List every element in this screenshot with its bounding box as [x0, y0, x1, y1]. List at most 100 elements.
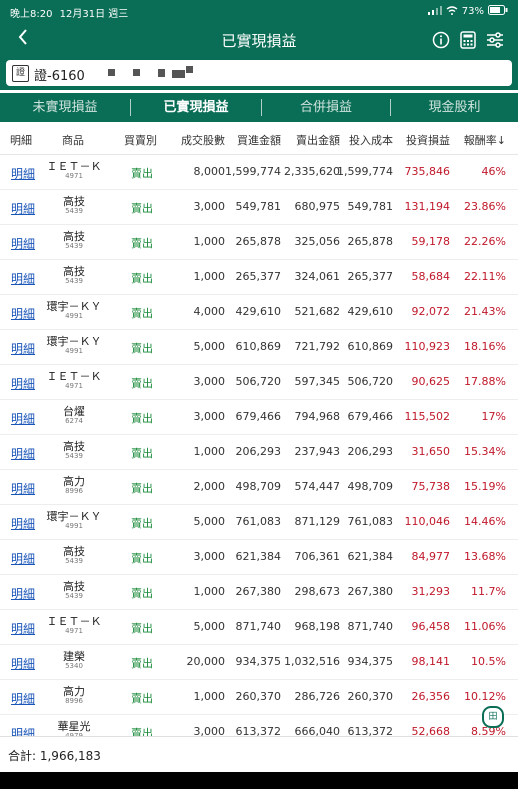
detail-link[interactable]: 明細: [11, 165, 35, 182]
col-header-shares[interactable]: 成交股數: [181, 132, 225, 148]
cell-cost: 679,466: [347, 410, 394, 423]
cell-buy-amount: 871,740: [235, 620, 282, 633]
cell-sell-amount: 2,335,620: [284, 165, 340, 178]
status-time: 晚上8:20: [10, 9, 53, 20]
cell-side: 賣出: [131, 587, 153, 600]
col-header-cost[interactable]: 投入成本: [349, 132, 393, 148]
detail-link[interactable]: 明細: [11, 620, 35, 637]
redaction-mark: [172, 70, 185, 78]
col-header-sell-amount[interactable]: 賣出金額: [296, 132, 340, 148]
cell-pnl: 96,458: [411, 620, 451, 633]
cell-product-code: 5439: [65, 452, 83, 460]
cell-buy-amount: 934,375: [235, 655, 282, 668]
table-header: 明細 商品 買賣別 成交股數 買進金額 賣出金額 投入成本 投資損益 報酬率↓: [0, 122, 518, 155]
cell-side: 賣出: [131, 657, 153, 670]
calculator-button[interactable]: [460, 31, 476, 53]
cell-pnl: 31,650: [411, 445, 451, 458]
detail-link[interactable]: 明細: [11, 235, 35, 252]
col-header-detail: 明細: [10, 134, 32, 147]
cell-product-code: 4971: [65, 172, 83, 180]
cell-pnl: 90,625: [411, 375, 451, 388]
detail-link[interactable]: 明細: [11, 515, 35, 532]
filter-settings-button[interactable]: [486, 31, 504, 53]
table-row: 明細 高技 5439 賣出 3,000 621,384 706,361 621,384 84,9…: [0, 539, 518, 575]
cell-return-rate: 14.46%: [464, 515, 506, 528]
nav-bar: 已實現損益: [0, 22, 518, 58]
cell-cost: 1,599,774: [337, 165, 393, 178]
tab-unrealized[interactable]: 未實現損益: [0, 93, 130, 122]
cell-side: 賣出: [131, 447, 153, 460]
table-row: 明細 ＩＥＴ－Ｋ 4971 賣出 5,000 871,740 968,198 871,740 9…: [0, 609, 518, 645]
cell-side: 賣出: [131, 272, 153, 285]
cell-return-rate: 13.68%: [464, 550, 506, 563]
status-time-date: 晚上8:20 12月31日 週三: [10, 5, 128, 20]
table-row: 明細 高技 5439 賣出 3,000 549,781 680,975 549,781 131,…: [0, 189, 518, 225]
col-header-return-rate[interactable]: 報酬率↓: [464, 132, 506, 148]
cell-buy-amount: 1,599,774: [225, 165, 281, 178]
cell-product-code: 5439: [65, 242, 83, 250]
battery-icon: [488, 5, 508, 18]
cell-side: 賣出: [131, 692, 153, 705]
cell-buy-amount: 265,878: [235, 235, 282, 248]
cell-buy-amount: 267,380: [235, 585, 282, 598]
cell-cost: 429,610: [347, 305, 394, 318]
cell-buy-amount: 498,709: [235, 480, 282, 493]
detail-link[interactable]: 明細: [11, 480, 35, 497]
col-header-side[interactable]: 買賣別: [124, 132, 157, 148]
detail-link[interactable]: 明細: [11, 655, 35, 672]
cell-product-code: 5340: [65, 662, 83, 670]
cell-side: 賣出: [131, 552, 153, 565]
cell-product-code: 4971: [65, 627, 83, 635]
detail-link[interactable]: 明細: [11, 200, 35, 217]
cell-product-code: 5439: [65, 207, 83, 215]
table-row: 明細 高技 5439 賣出 1,000 265,878 325,056 265,878 59,1…: [0, 224, 518, 260]
cell-shares: 1,000: [193, 585, 226, 598]
table-row: 明細 高技 5439 賣出 1,000 206,293 237,943 206,293 31,6…: [0, 434, 518, 470]
account-type-tag: 證: [12, 65, 29, 82]
cell-cost: 871,740: [347, 620, 394, 633]
redaction-mark: [108, 69, 115, 76]
detail-link[interactable]: 明細: [11, 550, 35, 567]
cell-buy-amount: 206,293: [235, 445, 282, 458]
cell-shares: 1,000: [193, 270, 226, 283]
account-area: 證 證-6160: [0, 58, 518, 90]
detail-link[interactable]: 明細: [11, 410, 35, 427]
detail-link[interactable]: 明細: [11, 375, 35, 392]
cell-product-code: 4971: [65, 382, 83, 390]
cell-product-code: 8996: [65, 697, 83, 705]
tab-realized[interactable]: 已實現損益: [131, 93, 261, 122]
bottom-edge: [0, 772, 518, 789]
cell-sell-amount: 521,682: [294, 305, 341, 318]
cell-pnl: 735,846: [404, 165, 451, 178]
col-header-pnl[interactable]: 投資損益: [406, 132, 450, 148]
tab-combined[interactable]: 合併損益: [262, 93, 390, 122]
cell-side: 賣出: [131, 342, 153, 355]
cell-cost: 267,380: [347, 585, 394, 598]
cell-sell-amount: 324,061: [294, 270, 341, 283]
cell-side: 賣出: [131, 202, 153, 215]
detail-link[interactable]: 明細: [11, 305, 35, 322]
detail-link[interactable]: 明細: [11, 445, 35, 462]
detail-link[interactable]: 明細: [11, 270, 35, 287]
table-row: 明細 ＩＥＴ－Ｋ 4971 賣出 8,000 1,599,774 2,335,620 1,59…: [0, 154, 518, 190]
cell-return-rate: 46%: [481, 165, 506, 178]
info-button[interactable]: [432, 31, 450, 53]
cell-pnl: 75,738: [411, 480, 451, 493]
cell-sell-amount: 237,943: [294, 445, 341, 458]
cell-sell-amount: 597,345: [294, 375, 341, 388]
cell-return-rate: 23.86%: [464, 200, 506, 213]
cell-sell-amount: 871,129: [294, 515, 341, 528]
col-header-buy-amount[interactable]: 買進金額: [237, 132, 281, 148]
detail-link[interactable]: 明細: [11, 340, 35, 357]
detail-link[interactable]: 明細: [11, 690, 35, 707]
cell-shares: 5,000: [193, 620, 226, 633]
nav-actions: [432, 31, 504, 53]
cell-buy-amount: 506,720: [235, 375, 282, 388]
cell-shares: 1,000: [193, 445, 226, 458]
floating-menu-button[interactable]: 田: [482, 706, 504, 728]
detail-link[interactable]: 明細: [11, 585, 35, 602]
redaction-mark: [158, 69, 165, 77]
total-pnl: 合計: 1,966,183: [8, 749, 101, 763]
tab-cash-dividend[interactable]: 現金股利: [391, 93, 518, 122]
account-selector[interactable]: 證 證-6160: [6, 60, 512, 86]
